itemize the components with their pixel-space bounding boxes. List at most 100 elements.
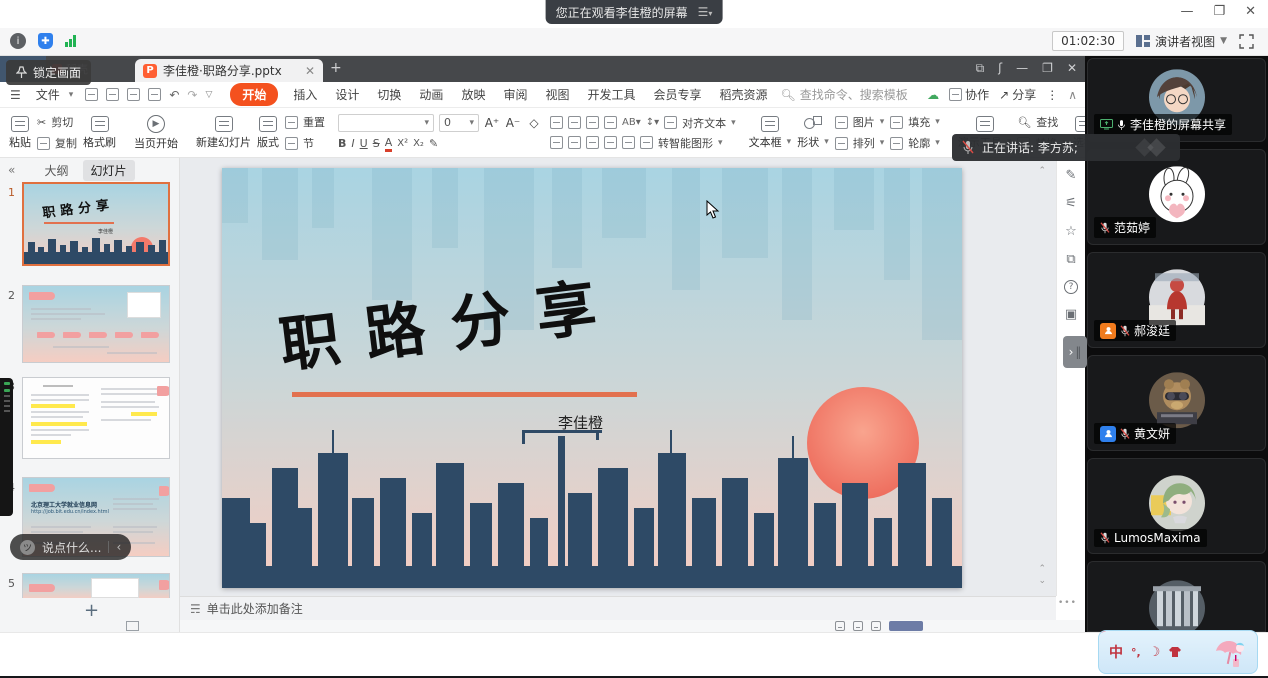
redo-icon[interactable]: ↷ [187, 88, 197, 102]
tab-home[interactable]: 开始 [230, 83, 278, 106]
subscript-button[interactable]: X₂ [413, 138, 424, 149]
number-list-icon[interactable] [568, 116, 581, 129]
collab-button[interactable]: 协作 [949, 86, 989, 103]
superscript-button[interactable]: X² [397, 138, 408, 149]
add-slide-button[interactable]: + [84, 600, 99, 621]
reset-button[interactable]: 重置 [285, 114, 325, 130]
command-search[interactable]: 🔍︎ 查找命令、搜索模板 [781, 86, 908, 103]
wps-minimize-icon[interactable]: — [1016, 61, 1028, 76]
tab-slides[interactable]: 幻灯片 [83, 160, 135, 181]
tab-design[interactable]: 设计 [335, 86, 359, 103]
network-signal-icon[interactable] [65, 35, 76, 47]
collapse-panel-icon[interactable]: « [8, 163, 15, 177]
slide-thumbnail-1[interactable]: 职路分享 李佳橙 [22, 182, 170, 266]
participant-tile[interactable]: 黄文妍 [1087, 355, 1266, 451]
ime-mode-indicator[interactable]: 中 [1109, 642, 1123, 662]
participant-tile[interactable]: 李佳橙的屏幕共享 [1087, 58, 1266, 142]
fullscreen-icon[interactable] [1239, 34, 1254, 49]
align-center-icon[interactable] [568, 136, 581, 149]
document-tab[interactable]: P 李佳橙·职路分享.pptx ✕ [135, 59, 323, 82]
help-icon[interactable]: ? [1064, 280, 1078, 294]
new-tab-icon[interactable]: + [330, 60, 342, 76]
font-family-select[interactable]: ▾ [338, 114, 434, 132]
decrease-indent-icon[interactable] [586, 116, 599, 129]
object-properties-icon[interactable]: ⚟ [1065, 196, 1077, 211]
tab-view[interactable]: 视图 [545, 86, 569, 103]
chat-quick-bubble[interactable]: ツ 说点什么... ‹ [10, 534, 131, 560]
new-slide-button[interactable]: 新建幻灯片 [196, 116, 251, 150]
minimize-icon[interactable]: — [1180, 4, 1193, 19]
close-icon[interactable]: ✕ [1245, 4, 1256, 19]
copy-button[interactable]: 复制 [37, 135, 77, 151]
paste-button[interactable]: 粘贴 [9, 116, 31, 150]
slide-thumbnail-2[interactable] [22, 285, 170, 363]
cloud-sync-icon[interactable]: ☁ [927, 88, 939, 102]
play-from-current-button[interactable]: ▶当页开始 [134, 115, 178, 151]
file-menu[interactable]: 文件 [36, 86, 60, 103]
align-left-icon[interactable] [550, 136, 563, 149]
prev-slide-icon[interactable]: ⌃ [1038, 564, 1046, 574]
sorter-view-icon[interactable] [853, 621, 863, 631]
preview-icon[interactable] [148, 88, 161, 101]
output-icon[interactable] [106, 88, 119, 101]
reading-view-icon[interactable] [871, 621, 881, 631]
fill-button[interactable]: 填充▾ [890, 114, 940, 130]
play-slideshow-button[interactable] [889, 621, 923, 631]
slide-thumbnail-3[interactable] [22, 377, 170, 459]
scroll-up-icon[interactable]: ⌃ [1038, 166, 1046, 176]
watching-banner[interactable]: 您正在观看李佳橙的屏幕 ☰▾ [546, 0, 723, 24]
tab-member[interactable]: 会员专享 [654, 86, 702, 103]
align-text-button[interactable]: 对齐文本▾ [664, 115, 736, 131]
kebab-menu-icon[interactable]: ⋮ [1046, 88, 1058, 102]
layout-menu-icon[interactable]: ☰▾ [698, 5, 713, 19]
collapse-ribbon-icon[interactable]: ∧ [1068, 88, 1077, 102]
bold-button[interactable]: B [338, 137, 346, 150]
hamburger-icon[interactable]: ☰ [10, 88, 21, 102]
rail-more-dots-icon[interactable]: ••• [1058, 598, 1077, 608]
save-icon[interactable] [85, 88, 98, 101]
ime-toolbar[interactable]: 中 °, ☽ [1098, 630, 1258, 674]
more-caret-icon[interactable]: ▽ [205, 90, 212, 100]
text-effects-icon[interactable]: ✎ [429, 137, 438, 150]
section-button[interactable]: 节 [285, 135, 325, 151]
outline-button[interactable]: 轮廓▾ [890, 135, 940, 151]
increase-font-icon[interactable]: A⁺ [484, 116, 500, 130]
strikethrough-button[interactable]: S [373, 137, 380, 150]
tab-close-icon[interactable]: ✕ [305, 64, 315, 78]
tab-docer[interactable]: 稻壳资源 [720, 86, 768, 103]
panel-footer-icon[interactable] [126, 621, 139, 631]
ime-punctuation-icon[interactable]: °, [1131, 646, 1141, 659]
ai-assistant-icon[interactable]: ✎ [1066, 168, 1077, 183]
italic-button[interactable]: I [351, 137, 354, 150]
find-button[interactable]: 🔍︎查找 [1017, 114, 1067, 130]
pages-icon[interactable]: ⧉ [1066, 252, 1075, 267]
notes-bar[interactable]: ☴ 单击此处添加备注 [180, 596, 1056, 620]
justify-icon[interactable] [604, 136, 617, 149]
expand-sidebar-handle[interactable]: ›‖ [1063, 336, 1087, 368]
tab-transition[interactable]: 切换 [377, 86, 401, 103]
textbox-button[interactable]: 文本框▾ [749, 116, 792, 150]
layout-button[interactable]: 版式 [257, 116, 279, 150]
align-right-icon[interactable] [586, 136, 599, 149]
security-shield-icon[interactable]: ✚ [38, 33, 53, 49]
wps-close-icon[interactable]: ✕ [1067, 61, 1077, 76]
workspace-icon[interactable]: ⧉ [976, 61, 985, 76]
share-button[interactable]: ↗分享 [999, 86, 1036, 103]
increase-indent-icon[interactable] [604, 116, 617, 129]
clear-format-icon[interactable]: ◇ [526, 116, 542, 130]
chart-image-icon[interactable]: ▣ [1065, 307, 1077, 322]
tab-outline[interactable]: 大纲 [44, 162, 68, 179]
tab-devtools[interactable]: 开发工具 [587, 86, 635, 103]
slide-thumbnail-5[interactable] [22, 573, 170, 598]
skin-icon[interactable]: ʃ [998, 61, 1002, 76]
line-spacing-icon[interactable]: ↕▾ [646, 117, 659, 128]
docked-widget[interactable] [0, 378, 13, 516]
font-color-button[interactable]: A [385, 136, 393, 152]
picture-button[interactable]: 图片▾ [835, 114, 885, 130]
wps-restore-icon[interactable]: ❐ [1042, 61, 1053, 76]
format-painter-button[interactable]: 格式刷 [83, 116, 116, 150]
participant-tile[interactable]: LumosMaxima [1087, 458, 1266, 554]
font-size-select[interactable]: 0▾ [439, 114, 479, 132]
arrange-button[interactable]: 排列▾ [835, 135, 885, 151]
tab-insert[interactable]: 插入 [293, 86, 317, 103]
